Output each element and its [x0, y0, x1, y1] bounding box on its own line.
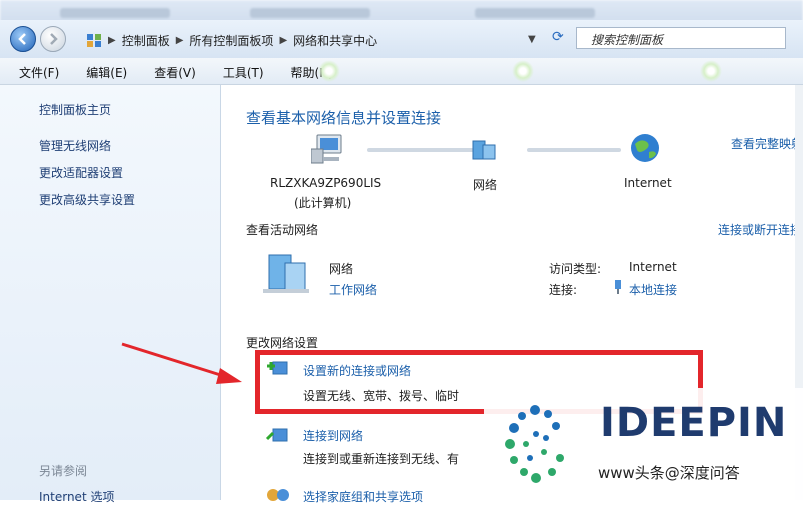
sidebar-item-advanced-sharing[interactable]: 更改高级共享设置 [39, 191, 135, 208]
see-also-heading: 另请参阅 [39, 464, 88, 478]
connection-line [367, 148, 477, 152]
connect-network-icon [265, 428, 288, 442]
menu-tools[interactable]: 工具(T) [205, 58, 273, 84]
connections-label: 连接: [549, 283, 578, 297]
network-bench-icon [263, 254, 309, 293]
chevron-right-icon: ▶ [279, 34, 288, 46]
globe-icon [631, 134, 659, 162]
connect-disconnect-link[interactable]: 连接或断开连接 [718, 221, 802, 238]
breadcrumb: ▶ 控制面板 ▶ 所有控制面板项 ▶ 网络和共享中心 [86, 30, 377, 50]
breadcrumb-item-control-panel[interactable]: 控制面板 [122, 32, 170, 49]
sidebar-item-internet-options[interactable]: Internet 选项 [39, 488, 114, 505]
watermark-caption: www头条@深度问答 [598, 464, 740, 482]
address-bar: ▶ 控制面板 ▶ 所有控制面板项 ▶ 网络和共享中心 ▼ ⟳ 搜索控制面板 [0, 20, 803, 59]
computer-icon [311, 134, 342, 164]
search-input-text: 搜索控制面板 [591, 33, 664, 47]
page-title: 查看基本网络信息并设置连接 [246, 109, 442, 127]
access-type-value: Internet [629, 260, 677, 274]
arrow-left-icon [18, 33, 26, 45]
control-panel-icon [87, 34, 101, 47]
decorative-flower [512, 60, 534, 82]
this-computer-label: (此计算机) [294, 196, 352, 210]
breadcrumb-item-all-items[interactable]: 所有控制面板项 [189, 32, 273, 49]
refresh-icon[interactable]: ⟳ [552, 29, 564, 45]
menu-edit[interactable]: 编辑(E) [68, 58, 136, 84]
homegroup-icon [267, 489, 289, 501]
chevron-right-icon: ▶ [108, 34, 116, 46]
back-button[interactable] [10, 26, 36, 52]
network-label: 网络 [473, 178, 498, 192]
active-network-name: 网络 [329, 262, 354, 276]
task-homegroup-link[interactable]: 选择家庭组和共享选项 [303, 488, 423, 505]
forward-button[interactable] [40, 26, 66, 52]
computer-name: RLZXKA9ZP690LIS [270, 176, 382, 190]
view-full-map-link[interactable]: 查看完整映射 [731, 135, 803, 152]
arrow-right-icon [50, 33, 58, 45]
ideepin-logo-icon [505, 405, 564, 483]
task-connect-network-link[interactable]: 连接到网络 [303, 427, 363, 444]
active-networks-header: 查看活动网络 [246, 223, 319, 237]
breadcrumb-item-network-center[interactable]: 网络和共享中心 [293, 32, 377, 49]
chevron-right-icon: ▶ [175, 34, 184, 46]
chevron-down-icon[interactable]: ▼ [528, 34, 536, 45]
menu-bar: 文件(F) 编辑(E) 查看(V) 工具(T) 帮助(H) [0, 58, 803, 85]
access-type-label: 访问类型: [549, 262, 602, 276]
watermark-logo-text: IDEEPIN [600, 400, 788, 446]
task-connect-network-desc: 连接到或重新连接到无线、有 [303, 452, 460, 466]
network-icon [472, 140, 496, 160]
sidebar-item-adapter-settings[interactable]: 更改适配器设置 [39, 164, 123, 181]
internet-label: Internet [624, 176, 672, 190]
connection-line [527, 148, 621, 152]
decorative-flower [700, 60, 722, 82]
work-network-link[interactable]: 工作网络 [329, 281, 377, 298]
sidebar-item-manage-wireless[interactable]: 管理无线网络 [39, 137, 111, 154]
change-settings-header: 更改网络设置 [246, 336, 319, 350]
menu-file[interactable]: 文件(F) [0, 58, 68, 84]
decorative-flower [318, 60, 340, 82]
search-input[interactable]: 搜索控制面板 [576, 27, 786, 49]
menu-view[interactable]: 查看(V) [136, 58, 205, 84]
sidebar-item-home[interactable]: 控制面板主页 [39, 101, 111, 118]
sidebar: 控制面板主页 管理无线网络 更改适配器设置 更改高级共享设置 另请参阅 Inte… [0, 85, 221, 504]
ethernet-icon [615, 280, 621, 294]
red-arrow-icon [121, 342, 242, 384]
local-connection-link[interactable]: 本地连接 [629, 281, 677, 298]
